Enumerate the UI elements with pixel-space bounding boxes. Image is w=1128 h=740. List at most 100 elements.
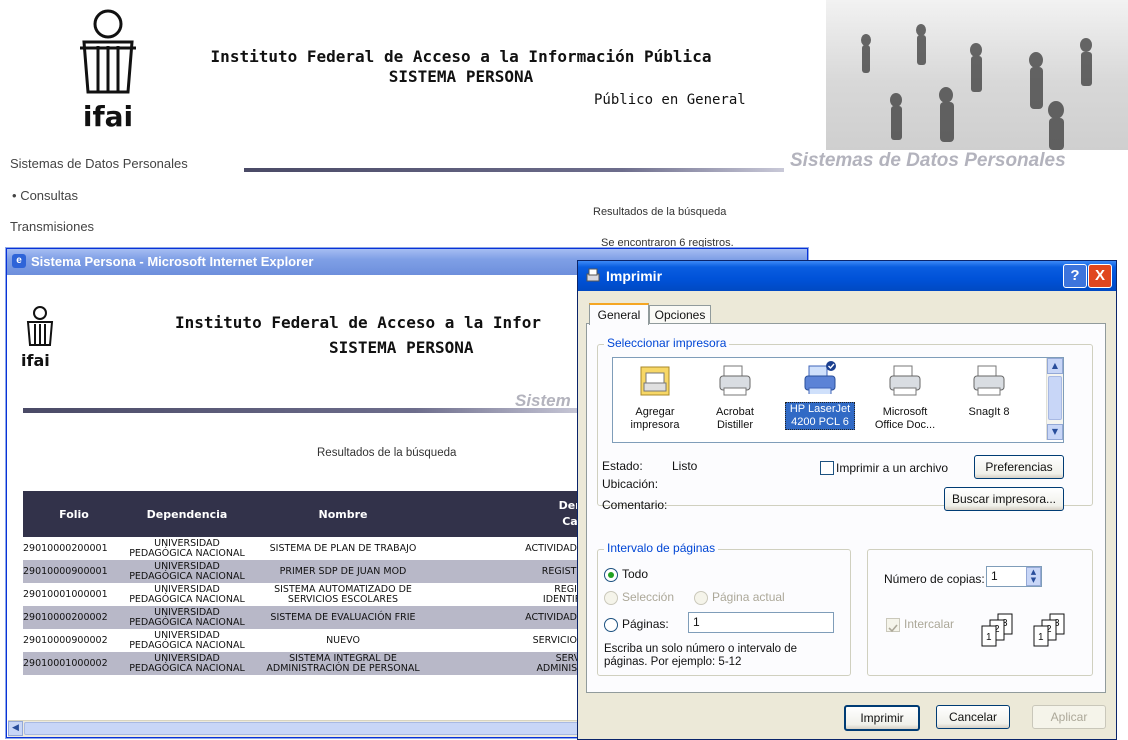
col-dependencia[interactable]: Dependencia <box>125 491 249 537</box>
cell-folio: 29010000200001 <box>23 542 108 554</box>
spin-down-icon[interactable]: ▼ <box>1027 576 1040 584</box>
cell-folio: 29010000900002 <box>23 634 108 646</box>
nav-item-transmisiones[interactable]: Transmisiones <box>10 219 94 234</box>
range-current-radio[interactable] <box>694 591 708 605</box>
printer-group: Seleccionar impresora Agregar impresora <box>597 336 1093 512</box>
printer-name: Agregar impresora <box>630 406 680 431</box>
add-printer-icon <box>640 366 670 396</box>
svg-text:1: 1 <box>1038 632 1044 643</box>
page-range-group: Intervalo de páginas Todo Selección Pági… <box>597 541 851 676</box>
cell-nombre: NUEVO <box>326 634 360 646</box>
nav-section-link[interactable]: Sistemas de Datos Personales <box>10 156 188 171</box>
svg-text:1: 1 <box>986 632 992 643</box>
bg-results-title: Resultados de la búsqueda <box>593 206 727 218</box>
collate-checkbox[interactable] <box>886 618 900 633</box>
col-denominacion[interactable]: Den Cat <box>437 491 583 537</box>
cell-dependencia: UNIVERSIDAD PEDAGÓGICA NACIONAL <box>129 629 245 651</box>
page-title-line1: Instituto Federal de Acceso a la Informa… <box>210 47 712 66</box>
cell-categoria: ACTIVIDADE <box>525 542 583 554</box>
spin-up-icon[interactable]: ▲ <box>1027 568 1040 576</box>
print-to-file-checkbox[interactable] <box>820 461 834 475</box>
printer-icon <box>889 365 921 396</box>
printer-item-add[interactable]: Agregar impresora <box>625 364 685 432</box>
print-button[interactable]: Imprimir <box>844 705 920 731</box>
printer-icon <box>586 268 600 282</box>
tab-opciones[interactable]: Opciones <box>649 305 711 324</box>
range-selection-radio[interactable] <box>604 591 618 605</box>
scroll-thumb[interactable] <box>1048 376 1062 420</box>
cell-folio: 29010000900001 <box>23 560 125 583</box>
printer-name: Microsoft Office Doc... <box>874 406 936 431</box>
printer-item-hp[interactable]: HP LaserJet 4200 PCL 6 <box>785 360 855 430</box>
cell-dependencia: UNIVERSIDAD PEDAGÓGICA NACIONAL <box>125 606 249 629</box>
cell-categoria: ACTIVIDADE <box>437 606 583 629</box>
location-label: Ubicación: <box>602 477 659 491</box>
range-current-label: Página actual <box>712 590 785 604</box>
printer-list[interactable]: Agregar impresora Acrobat Distiller HP L… <box>612 357 1064 443</box>
ifai-logo-icon <box>80 9 136 94</box>
general-tab-panel: Seleccionar impresora Agregar impresora <box>586 323 1106 693</box>
cell-nombre: SISTEMA AUTOMATIZADO DE SERVICIOS ESCOLA… <box>274 583 412 605</box>
cell-nombre: SISTEMA DE EVALUACIÓN FRIE <box>249 606 437 629</box>
printer-list-scrollbar[interactable]: ▲ ▼ <box>1046 358 1063 440</box>
cell-folio: 29010001000001 <box>23 588 108 600</box>
cell-folio: 29010000200002 <box>23 606 125 629</box>
logo-text: ifai <box>82 100 134 133</box>
cell-dependencia: UNIVERSIDAD PEDAGÓGICA NACIONAL <box>125 652 249 675</box>
ie-section-banner: Sistem <box>515 391 571 410</box>
range-selection-label: Selección <box>622 590 675 604</box>
cell-dependencia: UNIVERSIDAD PEDAGÓGICA NACIONAL <box>129 583 245 605</box>
help-button[interactable]: ? <box>1063 264 1087 288</box>
check-icon <box>888 624 898 633</box>
printer-item-snagit[interactable]: SnagIt 8 <box>959 364 1019 419</box>
range-pages-radio[interactable] <box>604 618 618 632</box>
apply-button[interactable]: Aplicar <box>1032 705 1106 729</box>
printer-item-acrobat[interactable]: Acrobat Distiller <box>705 364 765 432</box>
col-folio[interactable]: Folio <box>23 491 125 537</box>
print-dialog-title: Imprimir <box>606 268 663 284</box>
table-row[interactable]: 29010001000001 UNIVERSIDAD PEDAGÓGICA NAC… <box>23 583 583 606</box>
copies-label: Número de copias: <box>884 572 985 586</box>
nav-item-consultas[interactable]: • Consultas <box>12 188 78 203</box>
tab-general[interactable]: General <box>589 303 649 325</box>
find-printer-button[interactable]: Buscar impresora... <box>944 487 1064 511</box>
copies-spinner[interactable]: ▲ ▼ <box>1026 567 1041 586</box>
print-dialog-titlebar[interactable]: Imprimir ? X <box>578 261 1116 291</box>
comment-label: Comentario: <box>602 498 668 512</box>
table-row[interactable]: 29010000900001 UNIVERSIDAD PEDAGÓGICA NAC… <box>23 560 583 583</box>
cell-dependencia: UNIVERSIDAD PEDAGÓGICA NACIONAL <box>125 560 249 583</box>
status-label: Estado: <box>602 459 643 473</box>
table-row[interactable]: 29010001000002 UNIVERSIDAD PEDAGÓGICA NAC… <box>23 652 583 675</box>
printer-name-selected: HP LaserJet 4200 PCL 6 <box>785 402 855 430</box>
audience-label: Público en General <box>594 92 746 108</box>
page-title-line2: SISTEMA PERSONA <box>388 67 534 86</box>
col-nombre[interactable]: Nombre <box>249 491 437 537</box>
cancel-button[interactable]: Cancelar <box>936 705 1010 729</box>
collate-pages-icon: 3 2 1 3 2 1 <box>981 613 1065 647</box>
table-row[interactable]: 29010000200001 UNIVERSIDAD PEDAGÓGICA NAC… <box>23 537 583 560</box>
ie-results-title: Resultados de la búsqueda <box>317 447 457 459</box>
scroll-down-button[interactable]: ▼ <box>1047 424 1063 440</box>
ie-logo-text: ifai <box>21 351 50 370</box>
nav-divider <box>244 168 784 172</box>
ie-nav-divider <box>23 408 583 413</box>
header-photo <box>826 0 1128 150</box>
scroll-up-button[interactable]: ▲ <box>1047 358 1063 374</box>
copies-group: Número de copias: 1 ▲ ▼ Intercalar 3 2 1… <box>867 549 1093 676</box>
cell-categoria: SERVI ADMINIST <box>437 652 583 675</box>
table-row[interactable]: 29010000900002 UNIVERSIDAD PEDAGÓGICA NAC… <box>23 629 583 652</box>
ifai-small-logo-icon <box>26 306 54 346</box>
default-printer-icon <box>804 361 836 396</box>
cell-nombre: SISTEMA DE PLAN DE TRABAJO <box>269 542 417 554</box>
cell-nombre: PRIMER SDP DE JUAN MOD <box>249 560 437 583</box>
cell-folio: 29010001000002 <box>23 652 125 675</box>
range-all-radio[interactable] <box>604 568 618 582</box>
printer-item-office[interactable]: Microsoft Office Doc... <box>869 364 941 432</box>
preferences-button[interactable]: Preferencias <box>974 455 1064 479</box>
table-row[interactable]: 29010000200002 UNIVERSIDAD PEDAGÓGICA NAC… <box>23 606 583 629</box>
range-hint: Escriba un solo número o intervalo de pá… <box>604 643 798 668</box>
scroll-left-button[interactable]: ◀ <box>8 721 23 736</box>
pages-input[interactable]: 1 <box>688 612 834 633</box>
results-table: Folio Dependencia Nombre Den Cat 2901000… <box>23 491 583 675</box>
close-button[interactable]: X <box>1088 264 1112 288</box>
